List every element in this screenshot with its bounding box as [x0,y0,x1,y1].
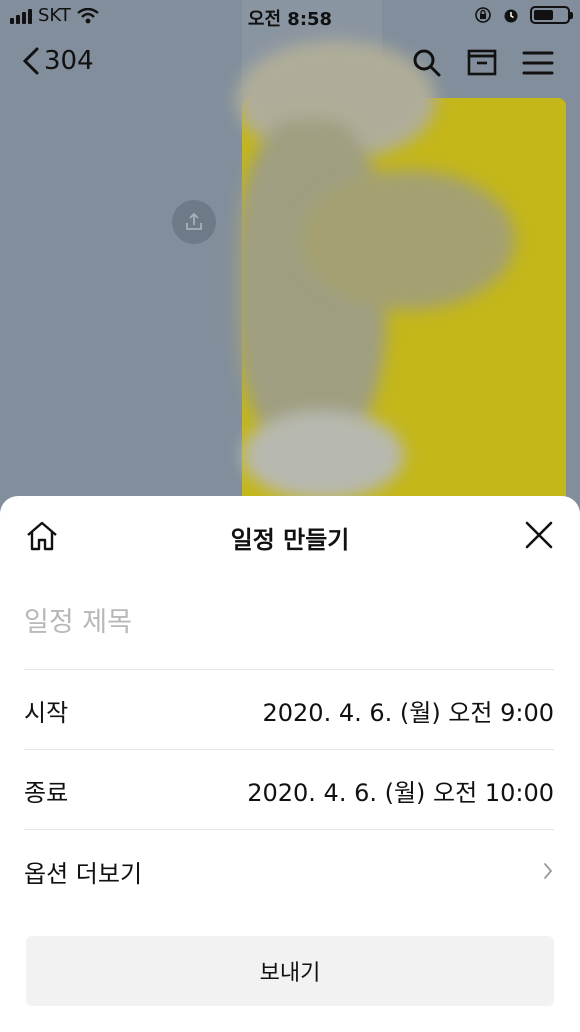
divider [24,829,554,830]
chevron-right-icon [544,863,553,879]
divider [24,749,554,750]
back-button[interactable]: 304 [22,46,94,76]
status-bar: SKT 오전 8:58 [0,0,580,34]
more-options-row[interactable]: 옵션 더보기 [24,832,554,910]
close-icon[interactable] [524,520,554,550]
rotation-lock-icon [475,7,491,23]
chat-nav-bar: 304 [0,40,580,92]
status-right [474,6,573,24]
end-time-row[interactable]: 종료 2020. 4. 6. (월) 오전 10:00 [24,751,554,829]
start-label: 시작 [24,698,69,727]
send-button[interactable]: 보내기 [26,936,554,1006]
start-time-row[interactable]: 시작 2020. 4. 6. (월) 오전 9:00 [24,671,554,749]
create-event-sheet: 일정 만들기 시작 2020. 4. 6. (월) 오전 9:00 종료 202… [0,496,580,1032]
room-member-count: 304 [44,46,94,76]
event-title-input[interactable] [24,592,554,652]
more-options-label: 옵션 더보기 [24,859,143,888]
end-label: 종료 [24,778,69,807]
chevron-left-icon [22,47,39,75]
search-icon[interactable] [412,48,442,78]
end-value: 2020. 4. 6. (월) 오전 10:00 [247,778,554,807]
divider [24,669,554,670]
archive-icon[interactable] [466,48,498,78]
sheet-title: 일정 만들기 [230,526,350,554]
sheet-header: 일정 만들기 [0,496,580,574]
menu-icon[interactable] [522,49,554,77]
alarm-icon [504,9,518,23]
battery-icon [530,6,573,24]
nav-icons [412,48,554,78]
start-value: 2020. 4. 6. (월) 오전 9:00 [262,698,554,727]
